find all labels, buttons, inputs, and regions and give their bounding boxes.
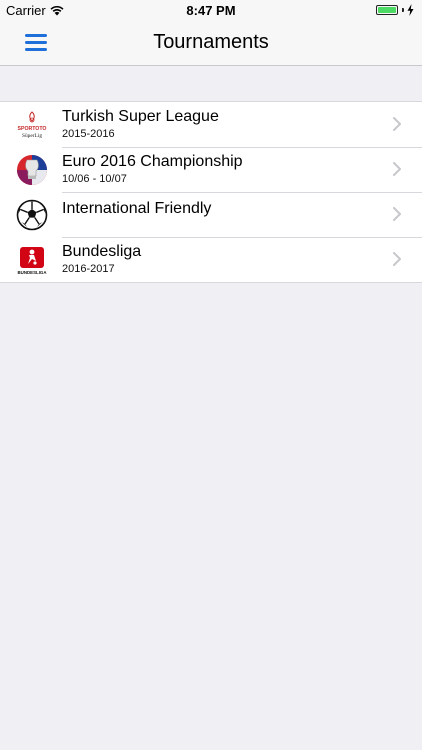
chevron-right-icon [393,207,401,221]
chevron-right-icon [393,117,401,131]
tournament-name: International Friendly [62,200,212,217]
tournament-dates: 2016-2017 [62,263,115,275]
tournament-dates: 2015-2016 [62,128,115,140]
tournament-list: SPORTOTO SüperLig Turkish Super League 2… [0,101,422,283]
tournament-row-international-friendly[interactable]: International Friendly [0,192,422,237]
logo-text-top: SPORTOTO [18,126,47,132]
bundesliga-logo: BUNDESLIGA [17,247,47,275]
tournament-row-euro-2016[interactable]: Euro 2016 Championship 10/06 - 10/07 [0,147,422,192]
spor-toto-super-lig-logo: SPORTOTO SüperLig [18,111,47,139]
battery-tip [402,8,404,12]
battery-icon [376,5,398,15]
logo-text-bottom: SüperLig [22,133,42,139]
tournament-row-bundesliga[interactable]: BUNDESLIGA Bundesliga 2016-2017 [0,237,422,282]
tournament-name: Bundesliga [62,243,142,260]
status-bar: Carrier 8:47 PM [0,0,422,22]
tournament-name: Euro 2016 Championship [62,153,243,170]
charging-bolt-icon [407,4,414,16]
tournament-dates: 10/06 - 10/07 [62,173,127,185]
soccer-ball-icon [16,199,48,231]
chevron-right-icon [393,252,401,266]
tournament-row-turkish-super-league[interactable]: SPORTOTO SüperLig Turkish Super League 2… [0,102,422,147]
logo-text: BUNDESLIGA [17,270,47,275]
chevron-right-icon [393,162,401,176]
status-time: 8:47 PM [186,3,236,18]
tournament-name: Turkish Super League [62,108,219,125]
page-title: Tournaments [153,31,269,53]
status-right [376,4,414,16]
battery-level [378,7,396,13]
navigation-bar: Tournaments [0,22,422,66]
euro-2016-logo [17,155,47,185]
